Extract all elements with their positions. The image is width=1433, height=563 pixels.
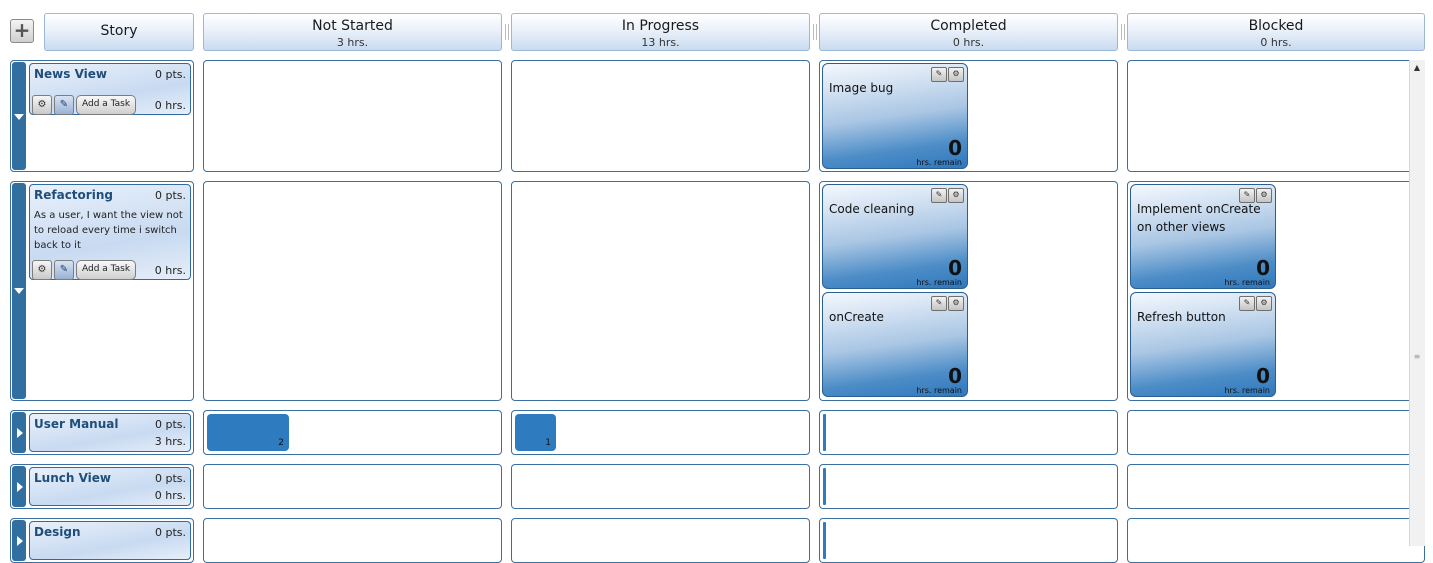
story-name: News View [34, 67, 108, 81]
story-points: 0 pts. [154, 472, 186, 485]
cell-blocked[interactable] [1127, 410, 1425, 455]
task-count: 2 [278, 438, 284, 448]
delete-icon[interactable]: ⚙ [32, 260, 52, 280]
story-points: 0 pts. [154, 68, 186, 81]
column-title: Blocked [1248, 18, 1304, 34]
column-hours: 0 hrs. [952, 36, 985, 49]
task-card-code-cleaning[interactable]: ✎ ⚙ Code cleaning 0 hrs. remain [822, 184, 968, 289]
task-remaining-label: hrs. remain [916, 386, 962, 395]
story-points: 0 pts. [154, 526, 186, 539]
task-name: Image bug [829, 81, 894, 95]
task-count-bar [823, 522, 826, 559]
story-name: Design [34, 525, 81, 539]
cell-in-progress[interactable] [511, 464, 810, 509]
story-card-user-manual[interactable]: User Manual 0 pts. 3 hrs. [29, 413, 191, 452]
story-hours: 3 hrs. [154, 435, 186, 448]
column-title: Completed [930, 18, 1007, 34]
task-remaining-label: hrs. remain [916, 278, 962, 287]
task-card-oncreate[interactable]: ✎ ⚙ onCreate 0 hrs. remain [822, 292, 968, 397]
story-name: User Manual [34, 417, 119, 431]
story-card-lunch-view[interactable]: Lunch View 0 pts. 0 hrs. [29, 467, 191, 506]
cell-blocked[interactable] [1127, 464, 1425, 509]
task-remaining: 0 [948, 136, 962, 160]
task-remaining-label: hrs. remain [1224, 278, 1270, 287]
story-points: 0 pts. [154, 418, 186, 431]
pencil-icon[interactable]: ✎ [54, 260, 74, 280]
task-remaining: 0 [948, 364, 962, 388]
chevron-right-icon[interactable] [17, 482, 23, 492]
cell-blocked[interactable] [1127, 518, 1425, 563]
task-count: 1 [545, 438, 551, 448]
scrollbar-grip-icon[interactable]: ≡ [1412, 352, 1422, 362]
column-header-completed[interactable]: Completed 0 hrs. [819, 13, 1118, 51]
task-remaining: 0 [948, 256, 962, 280]
cell-not-started[interactable] [203, 518, 502, 563]
cell-not-started[interactable] [203, 464, 502, 509]
task-remaining-label: hrs. remain [916, 158, 962, 167]
cell-in-progress[interactable] [511, 518, 810, 563]
task-card-refresh-button[interactable]: ✎ ⚙ Refresh button 0 hrs. remain [1130, 292, 1276, 397]
task-remaining-label: hrs. remain [1224, 386, 1270, 395]
delete-icon[interactable]: ⚙ [32, 95, 52, 115]
column-header-in-progress[interactable]: In Progress 13 hrs. [511, 13, 810, 51]
task-name: Code cleaning [829, 202, 915, 216]
story-card-design[interactable]: Design 0 pts. [29, 521, 191, 560]
chevron-down-icon[interactable] [14, 114, 24, 120]
column-header-not-started[interactable]: Not Started 3 hrs. [203, 13, 502, 51]
cell-completed[interactable] [819, 410, 1118, 455]
column-resize-handle[interactable] [1121, 24, 1125, 40]
task-card-image-bug[interactable]: ✎ ⚙ Image bug 0 hrs. remain [822, 63, 968, 169]
story-card-news-view[interactable]: News View 0 pts. ⚙ ✎ Add a Task 0 hrs. [29, 63, 191, 115]
cell-not-started[interactable] [203, 181, 502, 401]
add-task-button[interactable]: Add a Task [76, 260, 137, 280]
chevron-right-icon[interactable] [17, 536, 23, 546]
task-count-bar[interactable]: 1 [515, 414, 556, 451]
column-hours: 3 hrs. [336, 36, 369, 49]
task-count-bar [823, 414, 826, 451]
story-name: Lunch View [34, 471, 111, 485]
task-remaining: 0 [1256, 256, 1270, 280]
column-hours: 0 hrs. [1260, 36, 1292, 49]
cell-in-progress[interactable] [511, 60, 810, 172]
task-count-bar [823, 468, 826, 505]
cell-in-progress[interactable] [511, 181, 810, 401]
add-story-button[interactable]: + [10, 19, 34, 43]
cell-completed[interactable] [819, 464, 1118, 509]
story-description: As a user, I want the view not to reload… [34, 210, 183, 251]
task-name: onCreate [829, 310, 884, 324]
story-points: 0 pts. [154, 189, 186, 202]
column-header-story: Story [44, 13, 194, 51]
task-name: Refresh button [1137, 310, 1226, 324]
column-title: Story [100, 23, 138, 39]
task-count-bar[interactable]: 2 [207, 414, 289, 451]
cell-not-started[interactable] [203, 60, 502, 172]
column-title: Not Started [312, 18, 393, 34]
column-resize-handle[interactable] [505, 24, 509, 40]
add-task-button[interactable]: Add a Task [76, 95, 137, 115]
vertical-scrollbar[interactable] [1409, 60, 1425, 546]
column-header-blocked[interactable]: Blocked 0 hrs. [1127, 13, 1425, 51]
cell-completed[interactable] [819, 518, 1118, 563]
task-card-implement-oncreate[interactable]: ✎ ⚙ Implement onCreate on other views 0 … [1130, 184, 1276, 289]
task-remaining: 0 [1256, 364, 1270, 388]
column-hours: 13 hrs. [641, 36, 680, 49]
column-title: In Progress [621, 18, 700, 34]
story-hours: 0 hrs. [154, 99, 186, 112]
story-hours: 0 hrs. [154, 264, 186, 277]
chevron-down-icon[interactable] [14, 288, 24, 294]
story-name: Refactoring [34, 188, 113, 202]
task-name: Implement onCreate on other views [1137, 202, 1261, 234]
cell-blocked[interactable] [1127, 60, 1425, 172]
pencil-icon[interactable]: ✎ [54, 95, 74, 115]
column-resize-handle[interactable] [813, 24, 817, 40]
scroll-up-arrow-icon[interactable]: ▲ [1410, 62, 1424, 74]
story-hours: 0 hrs. [154, 489, 186, 502]
story-card-refactoring[interactable]: Refactoring 0 pts. As a user, I want the… [29, 184, 191, 280]
chevron-right-icon[interactable] [17, 428, 23, 438]
